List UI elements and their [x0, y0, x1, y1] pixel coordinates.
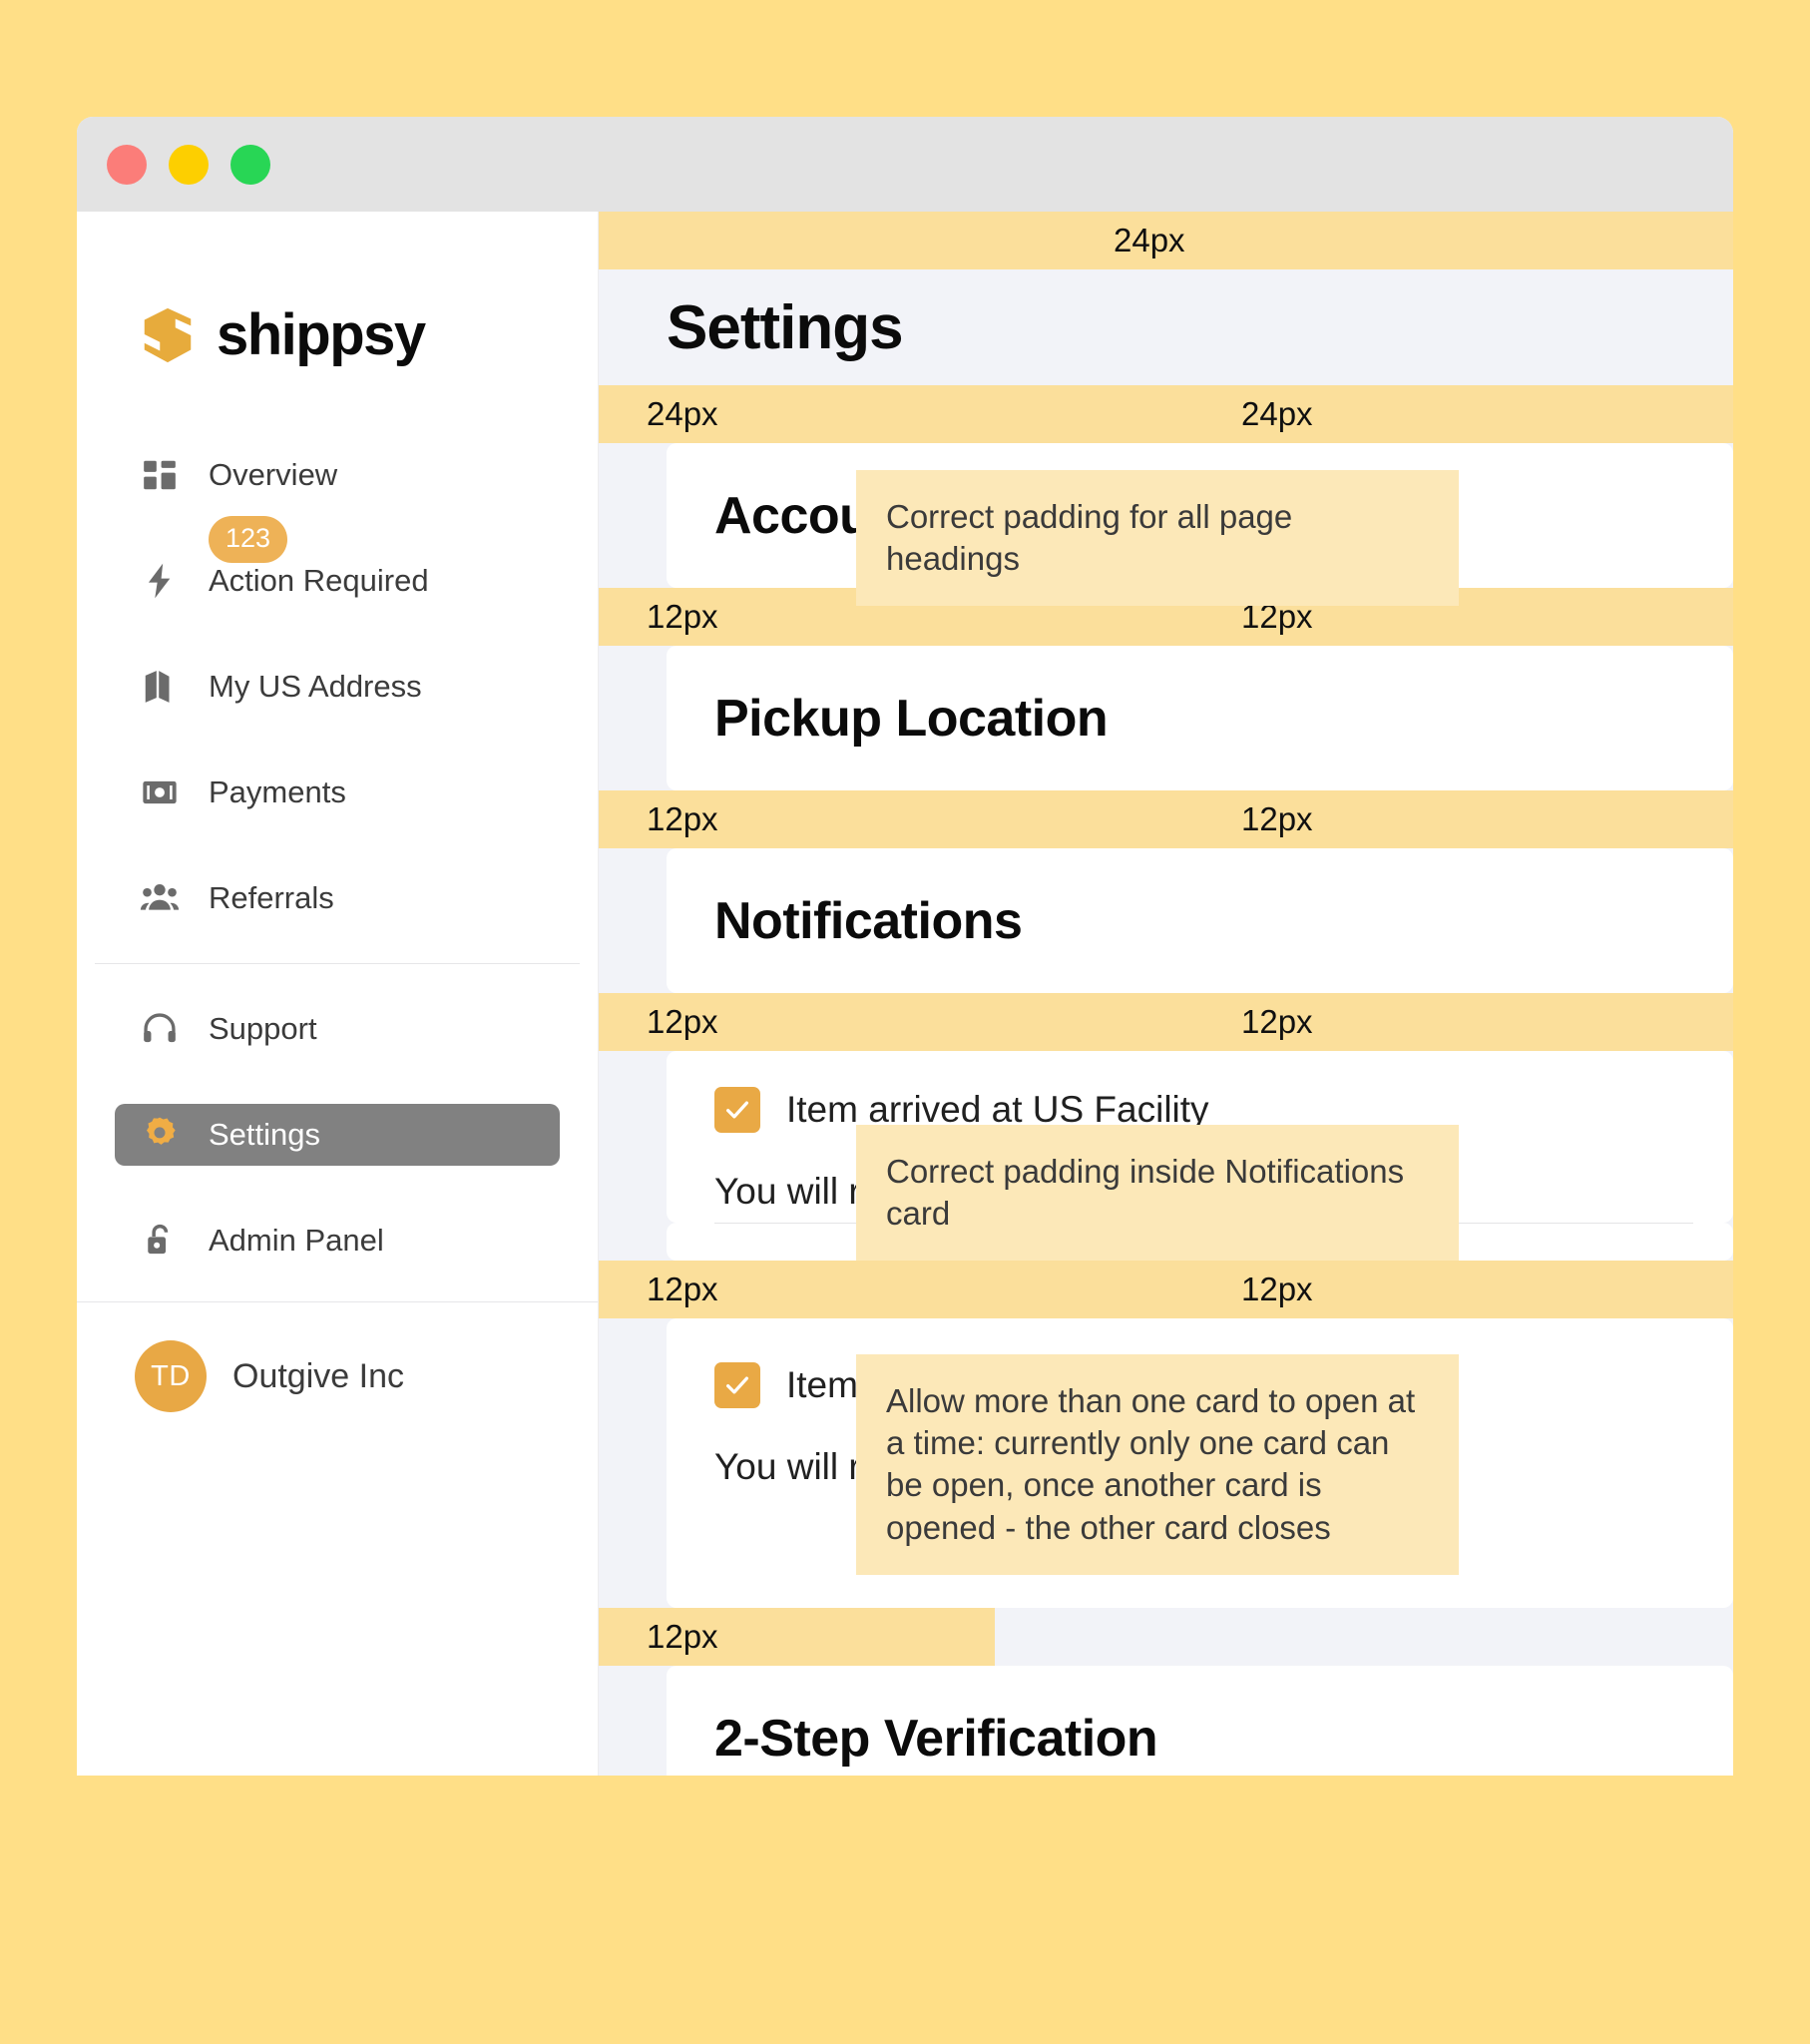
notification-checkbox-row[interactable]: Item arrived at US Facility: [667, 1051, 1733, 1133]
measure-label: 24px: [1241, 395, 1313, 432]
sidebar-nav: Overview 123 Action Required My US Addre…: [77, 444, 598, 1272]
checkbox-item-arrived[interactable]: [714, 1087, 760, 1133]
sidebar: shippsy Overview 123 Action Required My …: [77, 212, 599, 1776]
user-name: Outgive Inc: [232, 1356, 404, 1395]
measure-label: 12px: [647, 598, 718, 635]
card-pickup-location[interactable]: Pickup Location: [667, 646, 1733, 790]
measure-band-notifications: 12px 12px: [599, 993, 1733, 1051]
measure-label: 24px: [647, 395, 718, 432]
bolt-icon: [137, 558, 183, 604]
shippsy-logo-icon: [137, 304, 199, 366]
sidebar-item-referrals[interactable]: Referrals: [115, 867, 560, 929]
gear-icon: [137, 1112, 183, 1158]
card-title: 2-Step Verification: [714, 1709, 1158, 1768]
sidebar-item-label: Overview: [209, 457, 338, 492]
main-content: 24px Settings 24px 24px Account 12px 12p…: [599, 212, 1733, 1776]
unlock-icon: [137, 1218, 183, 1264]
callout-multiple-cards-open: Allow more than one card to open at a ti…: [856, 1354, 1459, 1575]
card-title: Notifications: [714, 891, 1023, 950]
brand-name: shippsy: [217, 302, 426, 367]
headset-icon: [137, 1006, 183, 1052]
sidebar-item-label: My US Address: [209, 669, 422, 704]
measure-band-notif-item1: 12px 12px: [599, 1261, 1733, 1318]
measure-band-notif-item2: 12px: [599, 1608, 995, 1666]
sidebar-item-label: Referrals: [209, 880, 334, 915]
measure-label: 12px: [647, 800, 718, 837]
measure-label: 12px: [1241, 800, 1313, 837]
page-title: Settings: [667, 292, 904, 362]
grid-icon: [137, 452, 183, 498]
people-icon: [137, 875, 183, 921]
sidebar-item-label: Action Required: [209, 563, 429, 598]
sidebar-item-label: Admin Panel: [209, 1223, 384, 1258]
measure-label: 12px: [1241, 1003, 1313, 1040]
measure-band-pickup: 12px 12px: [599, 790, 1733, 848]
browser-window: shippsy Overview 123 Action Required My …: [77, 117, 1733, 1776]
sidebar-item-admin-panel[interactable]: Admin Panel: [115, 1210, 560, 1272]
close-window-button[interactable]: [107, 144, 147, 185]
sidebar-item-overview[interactable]: Overview: [115, 444, 560, 506]
sidebar-item-label: Settings: [209, 1117, 321, 1152]
measure-label: 12px: [647, 1618, 718, 1655]
checkbox-item-ready-for-payment[interactable]: [714, 1362, 760, 1408]
card-notifications[interactable]: Notifications: [667, 848, 1733, 993]
sidebar-item-action-required[interactable]: 123 Action Required: [115, 516, 560, 612]
action-required-badge: 123: [209, 516, 288, 563]
sidebar-item-label: Support: [209, 1011, 317, 1046]
sidebar-item-label: Payments: [209, 774, 346, 809]
avatar: TD: [135, 1340, 207, 1412]
measure-label: 24px: [1114, 222, 1185, 258]
map-icon: [137, 664, 183, 710]
sidebar-item-support[interactable]: Support: [115, 998, 560, 1060]
card-title: Pickup Location: [714, 689, 1109, 748]
measure-label: 12px: [1241, 1271, 1313, 1307]
brand-logo[interactable]: shippsy: [77, 212, 598, 368]
sidebar-user-account[interactable]: TD Outgive Inc: [77, 1302, 598, 1412]
sidebar-item-payments[interactable]: Payments: [115, 762, 560, 823]
measure-band-top: 24px: [599, 212, 1733, 269]
window-body: shippsy Overview 123 Action Required My …: [77, 212, 1733, 1776]
sidebar-item-settings[interactable]: Settings: [115, 1104, 560, 1166]
measure-label: 12px: [647, 1271, 718, 1307]
page-header: Settings: [599, 269, 1733, 385]
window-titlebar: [77, 117, 1733, 212]
banknote-icon: [137, 769, 183, 815]
sidebar-item-my-us-address[interactable]: My US Address: [115, 656, 560, 718]
measure-label: 12px: [647, 1003, 718, 1040]
minimize-window-button[interactable]: [169, 144, 209, 185]
callout-notifications-card-padding: Correct padding inside Notifications car…: [856, 1125, 1459, 1262]
callout-page-heading-padding: Correct padding for all page headings: [856, 470, 1459, 607]
card-2-step-verification[interactable]: 2-Step Verification: [667, 1666, 1733, 1776]
maximize-window-button[interactable]: [230, 144, 270, 185]
sidebar-divider-1: [95, 963, 580, 964]
measure-band-heading: 24px 24px: [599, 385, 1733, 443]
